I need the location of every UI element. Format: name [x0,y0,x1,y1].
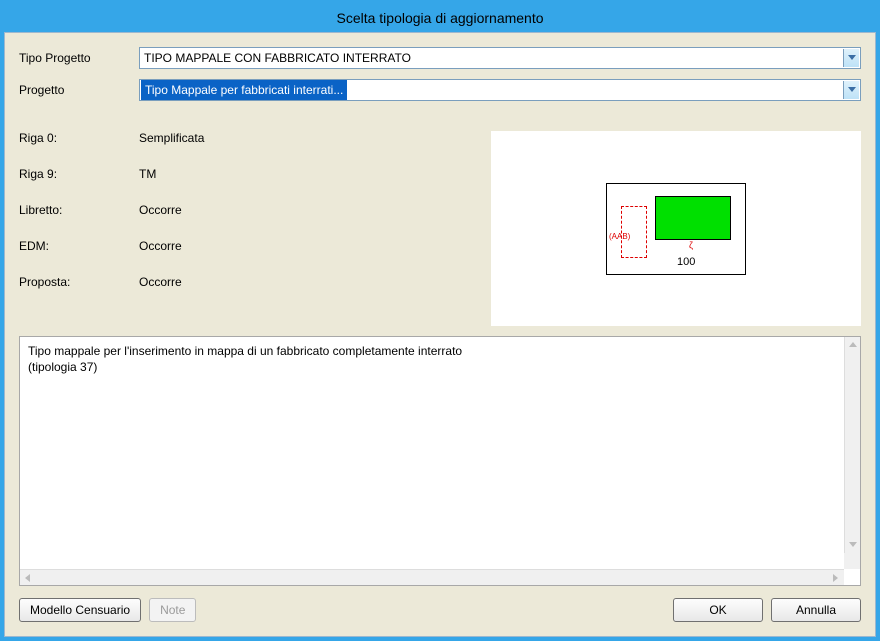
info-labels-column: Riga 0: Riga 9: Libretto: EDM: Proposta: [19,131,139,326]
label-edm: EDM: [19,239,139,253]
description-box: Tipo mappale per l'inserimento in mappa … [19,336,861,586]
label-proposta: Proposta: [19,275,139,289]
description-line2: (tipologia 37) [28,359,852,375]
client-area: Tipo Progetto TIPO MAPPALE CON FABBRICAT… [4,32,876,637]
diagram-tick-label: ζ [689,240,693,250]
description-content[interactable]: Tipo mappale per l'inserimento in mappa … [20,337,860,569]
chevron-down-icon[interactable] [843,49,859,67]
label-tipo-progetto: Tipo Progetto [19,51,139,65]
scroll-right-icon[interactable] [828,570,844,586]
value-riga0: Semplificata [139,131,491,145]
description-line1: Tipo mappale per l'inserimento in mappa … [28,343,852,359]
scroll-corner [844,553,860,569]
combo-tipo-progetto[interactable]: TIPO MAPPALE CON FABBRICATO INTERRATO [139,47,861,69]
ok-label: OK [709,603,726,617]
annulla-button[interactable]: Annulla [771,598,861,622]
note-button: Note [149,598,196,622]
window-title: Scelta tipologia di aggiornamento [336,10,543,26]
value-edm: Occorre [139,239,491,253]
scroll-down-icon[interactable] [845,537,860,553]
vertical-scrollbar[interactable] [844,337,860,553]
label-riga9: Riga 9: [19,167,139,181]
combo-tipo-progetto-text: TIPO MAPPALE CON FABBRICATO INTERRATO [144,51,411,65]
modello-censuario-button[interactable]: Modello Censuario [19,598,141,622]
mid-area: Riga 0: Riga 9: Libretto: EDM: Proposta:… [19,131,861,326]
horizontal-scrollbar[interactable] [20,569,844,585]
scroll-left-icon[interactable] [20,570,36,586]
dialog-window: Scelta tipologia di aggiornamento Tipo P… [0,0,880,641]
combo-progetto[interactable]: Tipo Mappale per fabbricati interrati... [139,79,861,101]
info-values-column: Semplificata TM Occorre Occorre Occorre [139,131,491,326]
annulla-label: Annulla [796,603,836,617]
value-proposta: Occorre [139,275,491,289]
chevron-down-icon[interactable] [843,81,859,99]
combo-progetto-text: Tipo Mappale per fabbricati interrati... [141,80,347,100]
diagram: (AAB) ζ 100 [606,183,746,275]
titlebar: Scelta tipologia di aggiornamento [4,4,876,32]
diagram-aab-label: (AAB) [609,232,630,241]
note-label: Note [160,603,185,617]
diagram-green-rect [655,196,731,240]
modello-censuario-label: Modello Censuario [30,603,130,617]
value-libretto: Occorre [139,203,491,217]
label-riga0: Riga 0: [19,131,139,145]
preview-panel: (AAB) ζ 100 [491,131,861,326]
label-progetto: Progetto [19,83,139,97]
scroll-up-icon[interactable] [845,337,860,353]
value-riga9: TM [139,167,491,181]
diagram-number: 100 [677,256,695,268]
button-row: Modello Censuario Note OK Annulla [19,598,861,622]
row-progetto: Progetto Tipo Mappale per fabbricati int… [19,79,861,101]
row-tipo-progetto: Tipo Progetto TIPO MAPPALE CON FABBRICAT… [19,47,861,69]
ok-button[interactable]: OK [673,598,763,622]
label-libretto: Libretto: [19,203,139,217]
